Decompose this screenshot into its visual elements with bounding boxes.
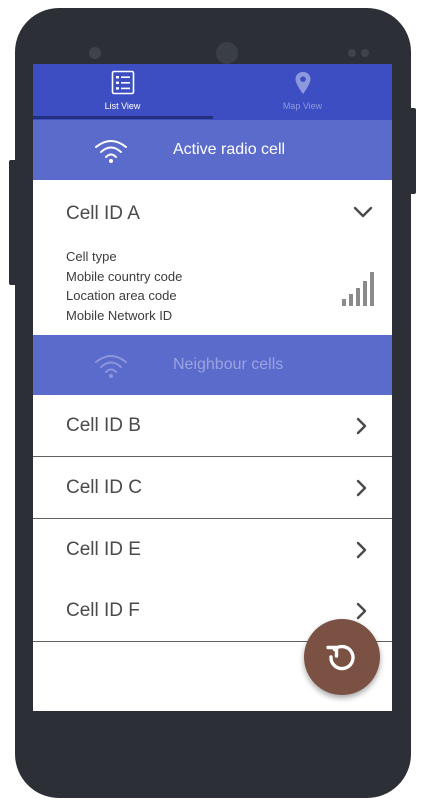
list-item-cell-e[interactable]: Cell ID E — [33, 519, 392, 581]
tab-list-view-label: List View — [104, 101, 141, 111]
chevron-right-icon — [356, 417, 367, 435]
tab-bar: List View Map View — [33, 64, 392, 120]
chevron-down-icon[interactable] — [352, 204, 374, 220]
active-cell-card[interactable]: Cell ID A Cell type Mobile country code … — [33, 181, 392, 335]
list-item-label: Cell ID C — [66, 477, 143, 498]
chevron-right-icon — [356, 541, 367, 559]
cell-type-label: Cell type — [66, 249, 117, 264]
neighbour-cells-title: Neighbour cells — [173, 356, 284, 373]
map-pin-icon — [295, 72, 310, 94]
chevron-right-icon — [356, 602, 367, 620]
list-item-cell-b[interactable]: Cell ID B — [33, 395, 392, 457]
list-item-label: Cell ID F — [66, 600, 140, 621]
tab-list-view[interactable]: List View — [33, 64, 212, 120]
list-item-cell-c[interactable]: Cell ID C — [33, 457, 392, 519]
tab-indicator — [33, 116, 213, 119]
signal-strength-icon — [342, 272, 374, 306]
active-cell-title: Cell ID A — [66, 203, 140, 224]
tab-map-view-label: Map View — [282, 101, 323, 111]
neighbour-cells-header: Neighbour cells — [33, 335, 392, 395]
active-radio-cell-header: Active radio cell — [33, 120, 392, 180]
wifi-icon — [95, 355, 127, 378]
location-area-code-label: Location area code — [66, 288, 177, 303]
wifi-icon — [95, 140, 127, 163]
list-item-label: Cell ID E — [66, 539, 141, 560]
front-camera — [216, 42, 238, 64]
list-item-label: Cell ID B — [66, 415, 141, 436]
proximity-sensor — [348, 49, 356, 57]
mobile-country-code-label: Mobile country code — [66, 268, 183, 284]
refresh-button[interactable] — [304, 619, 380, 695]
mobile-network-id-label: Mobile Network ID — [66, 307, 173, 323]
app-screen: List View Map View Active radio cell Cel… — [33, 64, 392, 711]
front-sensor — [89, 47, 101, 59]
device-frame: List View Map View Active radio cell Cel… — [0, 0, 429, 809]
cell-details: Cell type Mobile country code Location a… — [66, 247, 182, 325]
active-radio-cell-title: Active radio cell — [173, 141, 286, 158]
refresh-icon — [326, 644, 355, 671]
tab-map-view[interactable]: Map View — [213, 64, 392, 120]
light-sensor — [361, 49, 369, 57]
chevron-right-icon — [356, 479, 367, 497]
list-icon — [111, 70, 134, 95]
